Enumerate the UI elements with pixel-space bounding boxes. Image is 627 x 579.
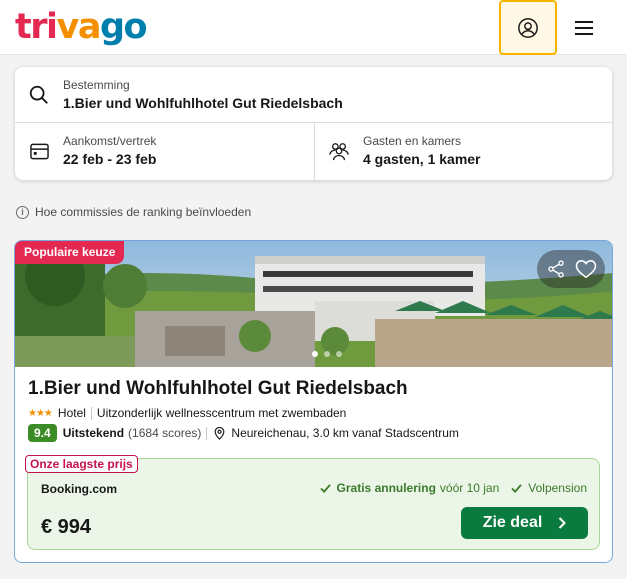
guests-field[interactable]: Gasten en kamers 4 gasten, 1 kamer [315,123,612,180]
hotel-meta: ★★★ Hotel Uitzonderlijk wellnesscentrum … [28,406,346,420]
check-icon [511,483,522,493]
hotel-type: Hotel [57,406,86,420]
view-deal-button[interactable]: Zie deal [461,507,588,539]
popular-badge: Populaire keuze [15,241,125,264]
hotel-card[interactable]: Populaire keuze 1.Bier und Wohlfuhlhotel… [14,240,613,563]
destination-value: 1.Bier und Wohlfuhlhotel Gut Riedelsbach [63,95,343,111]
star-rating-icon: ★★★ [28,407,53,419]
photo-carousel-dots [312,351,342,357]
dates-value: 22 feb - 23 feb [63,151,157,167]
view-deal-label: Zie deal [482,514,543,531]
hamburger-menu-icon [575,21,593,35]
perk-cancellation: Gratis annulering [336,481,436,495]
guests-icon [328,140,350,162]
deal-provider: Booking.com [41,482,118,496]
carousel-dot[interactable] [336,351,342,357]
hotel-photo[interactable]: Populaire keuze [15,241,612,367]
share-icon[interactable] [546,259,566,279]
guests-label: Gasten en kamers [363,134,462,148]
perk-board: Volpension [528,481,587,495]
lowest-price-badge: Onze laagste prijs [25,455,138,473]
commission-info-text: Hoe commissies de ranking beïnvloeden [35,205,252,219]
user-circle-icon [518,17,538,38]
calendar-icon [29,141,49,161]
location-pin-icon [214,426,225,440]
rating-label: Uitstekend [62,426,125,440]
hotel-name[interactable]: 1.Bier und Wohlfuhlhotel Gut Riedelsbach [28,378,408,400]
search-form: Bestemming 1.Bier und Wohlfuhlhotel Gut … [15,67,612,180]
guests-value: 4 gasten, 1 kamer [363,151,481,167]
rating-score-badge: 9.4 [28,424,57,442]
photo-actions [537,250,605,288]
chevron-right-icon [559,517,567,529]
check-icon [319,483,331,493]
deal-price: € 994 [41,516,92,538]
dates-label: Aankomst/vertrek [63,134,157,148]
destination-field[interactable]: Bestemming 1.Bier und Wohlfuhlhotel Gut … [15,67,612,123]
carousel-dot[interactable] [324,351,330,357]
profile-button[interactable] [499,0,557,55]
divider [90,406,92,420]
commission-info-link[interactable]: i Hoe commissies de ranking beïnvloeden [16,205,251,219]
hotel-location[interactable]: Neureichenau, 3.0 km vanaf Stadscentrum [231,426,458,440]
rating-count[interactable]: (1684 scores) [128,426,201,440]
trivago-logo[interactable]: trivago [15,6,148,48]
dates-field[interactable]: Aankomst/vertrek 22 feb - 23 feb [15,123,314,180]
menu-button[interactable] [566,10,602,46]
info-icon: i [16,205,29,219]
search-icon [27,83,51,107]
destination-label: Bestemming [63,78,130,92]
deal-perks: Gratis annulering vóór 10 jan Volpension [308,481,587,495]
carousel-dot[interactable] [312,351,318,357]
divider [206,426,208,440]
perk-cancellation-date: vóór 10 jan [439,481,500,495]
rating-row: 9.4 Uitstekend (1684 scores) Neureichena… [28,424,459,442]
heart-icon[interactable] [575,259,597,279]
top-header: trivago [0,0,627,55]
hotel-description: Uitzonderlijk wellnesscentrum met zwemba… [96,406,347,420]
